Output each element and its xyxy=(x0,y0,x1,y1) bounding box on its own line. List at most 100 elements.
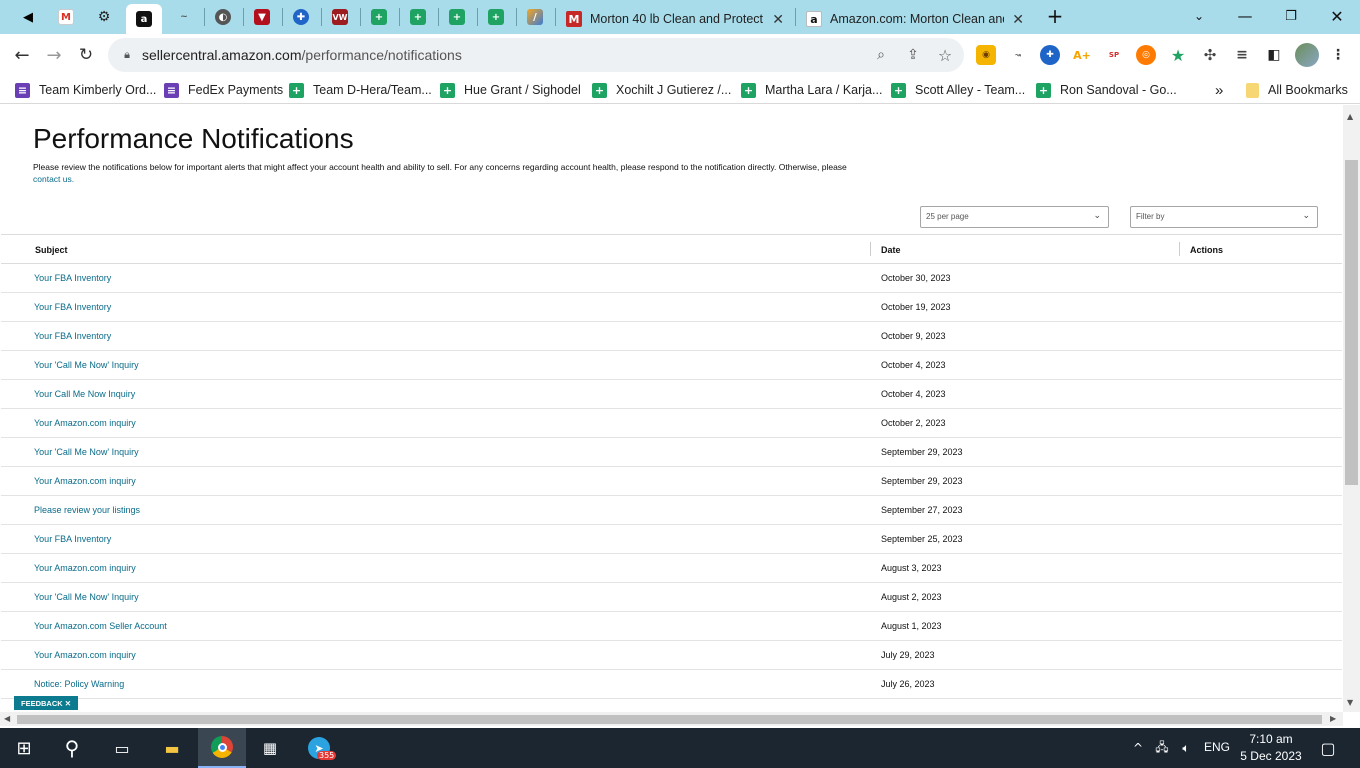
more-bookmarks-button[interactable]: » xyxy=(1215,80,1223,100)
telegram-icon[interactable]: ➤ 355 xyxy=(305,734,337,762)
bookmark-item[interactable]: + Ron Sandoval - Go... xyxy=(1036,80,1177,100)
calculator-icon[interactable]: ▦ xyxy=(256,734,284,762)
bookmark-item[interactable]: ≡ FedEx Payments xyxy=(164,80,283,100)
pinned-tab-sheets-1[interactable]: + xyxy=(361,4,397,30)
table-row[interactable]: Your 'Call Me Now' Inquiry October 4, 202… xyxy=(1,351,1342,380)
menu-kebab-icon[interactable]: ⋮ xyxy=(1328,45,1348,65)
bookmark-item[interactable]: ≡ Team Kimberly Ord... xyxy=(15,80,156,100)
file-explorer-icon[interactable]: ▬ xyxy=(158,734,186,762)
notification-subject-link[interactable]: Your FBA Inventory xyxy=(34,273,111,283)
bookmark-item[interactable]: + Hue Grant / Sighodel xyxy=(440,80,581,100)
volume-icon[interactable]: 🔈︎ xyxy=(1172,734,1200,762)
pinned-tab-pen[interactable]: / xyxy=(517,4,553,30)
share-icon[interactable]: ⇪ xyxy=(904,46,922,64)
clock[interactable]: 7:10 am 5 Dec 2023 xyxy=(1240,731,1302,765)
new-tab-button[interactable]: + xyxy=(1038,4,1072,28)
notification-subject-link[interactable]: Notice: Policy Warning xyxy=(34,679,124,689)
pinned-tab-vw[interactable]: VW xyxy=(322,4,358,30)
contact-us-link[interactable]: contact us. xyxy=(33,174,74,184)
pinned-tab-misc[interactable]: ~ xyxy=(166,4,202,30)
back-arrow-icon[interactable]: ← xyxy=(8,42,36,68)
bookmark-item[interactable]: + Xochilt J Gutierez /... xyxy=(592,80,731,100)
table-row[interactable]: Your 'Call Me Now' Inquiry September 29, … xyxy=(1,438,1342,467)
minimize-button[interactable]: — xyxy=(1228,5,1262,27)
table-row[interactable]: Your Amazon.com inquiry September 29, 202… xyxy=(1,467,1342,496)
bookmark-star-icon[interactable]: ☆ xyxy=(936,46,954,65)
table-row[interactable]: Your Amazon.com inquiry July 29, 2023 xyxy=(1,641,1342,670)
tab-amazon[interactable]: a Amazon.com: Morton Clean and ✕ xyxy=(796,4,1034,34)
pinned-tab-sheets-4[interactable]: + xyxy=(478,4,514,30)
tab-morton[interactable]: M Morton 40 lb Clean and Protect ✕ xyxy=(556,4,794,34)
notification-subject-link[interactable]: Your FBA Inventory xyxy=(34,331,111,341)
notification-subject-link[interactable]: Your 'Call Me Now' Inquiry xyxy=(34,592,139,602)
pinned-tab-mute[interactable]: ◀ xyxy=(10,4,46,30)
horizontal-scroll-thumb[interactable] xyxy=(17,715,1322,724)
notification-subject-link[interactable]: Your Amazon.com inquiry xyxy=(34,476,136,486)
media-control-icon[interactable]: ≡ xyxy=(1232,45,1252,65)
tab-search-chevron-icon[interactable]: ⌄ xyxy=(1182,5,1216,27)
language-indicator[interactable]: ENG xyxy=(1204,740,1230,754)
pinned-tab-sheets-2[interactable]: + xyxy=(400,4,436,30)
pinned-tab-globe[interactable]: ◐ xyxy=(205,4,241,30)
table-row[interactable]: Notice: Policy Warning July 26, 2023 xyxy=(1,670,1342,699)
side-panel-icon[interactable]: ◧ xyxy=(1264,45,1284,65)
notification-subject-link[interactable]: Your Amazon.com inquiry xyxy=(34,650,136,660)
notification-subject-link[interactable]: Your FBA Inventory xyxy=(34,534,111,544)
chrome-taskbar-button[interactable] xyxy=(198,728,246,768)
column-header-date[interactable]: Date xyxy=(881,245,901,255)
pinned-tab-tools[interactable]: ✚ xyxy=(283,4,319,30)
star-extension-icon[interactable]: ★ xyxy=(1168,45,1188,65)
pinned-tab-amazon-active[interactable]: a xyxy=(126,4,162,34)
notification-subject-link[interactable]: Your 'Call Me Now' Inquiry xyxy=(34,360,139,370)
close-tab-icon[interactable]: ✕ xyxy=(1012,11,1024,28)
table-row[interactable]: Your FBA Inventory October 9, 2023 xyxy=(1,322,1342,351)
table-row[interactable]: Your Amazon.com inquiry October 2, 2023 xyxy=(1,409,1342,438)
column-header-subject[interactable]: Subject xyxy=(35,245,68,255)
notifications-icon[interactable]: ▢ xyxy=(1314,734,1342,762)
sp-alert-extension-icon[interactable]: SP xyxy=(1104,45,1124,65)
scroll-up-arrow-icon[interactable]: ▲ xyxy=(1347,112,1353,121)
table-row[interactable]: Please review your listings September 27,… xyxy=(1,496,1342,525)
tools-extension-icon[interactable]: ✚ xyxy=(1040,45,1060,65)
pinned-tab-chatgpt[interactable]: ⚙ xyxy=(86,4,122,30)
notification-subject-link[interactable]: Your Amazon.com inquiry xyxy=(34,563,136,573)
bookmark-item[interactable]: + Martha Lara / Karja... xyxy=(741,80,882,100)
restore-button[interactable]: ❐ xyxy=(1274,5,1308,27)
bookmark-item[interactable]: + Scott Alley - Team... xyxy=(891,80,1025,100)
keepa-extension-icon[interactable]: ◎ xyxy=(1136,45,1156,65)
lock-icon[interactable]: 🔒︎ xyxy=(118,46,136,64)
filter-select[interactable]: Filter by ⌄ xyxy=(1130,206,1318,228)
pinned-tab-triangle[interactable]: ▼ xyxy=(244,4,280,30)
pinned-tab-sheets-3[interactable]: + xyxy=(439,4,475,30)
table-row[interactable]: Your 'Call Me Now' Inquiry August 2, 2023 xyxy=(1,583,1342,612)
notification-subject-link[interactable]: Your FBA Inventory xyxy=(34,302,111,312)
search-icon[interactable]: ⚲ xyxy=(58,734,86,762)
desktop-app-icon[interactable]: ▭ xyxy=(108,734,136,762)
table-row[interactable]: Your FBA Inventory October 30, 2023 xyxy=(1,264,1342,293)
table-row[interactable]: Your Amazon.com inquiry August 3, 2023 xyxy=(1,554,1342,583)
table-row[interactable]: Your FBA Inventory October 19, 2023 xyxy=(1,293,1342,322)
zoom-icon[interactable]: ⌕ xyxy=(872,46,890,64)
notification-subject-link[interactable]: Your Amazon.com Seller Account xyxy=(34,621,167,631)
scroll-right-arrow-icon[interactable]: ▶ xyxy=(1330,714,1336,723)
bookmark-item[interactable]: + Team D-Hera/Team... xyxy=(289,80,432,100)
forward-arrow-icon[interactable]: → xyxy=(40,42,68,68)
per-page-select[interactable]: 25 per page ⌄ xyxy=(920,206,1109,228)
table-row[interactable]: Your Amazon.com Seller Account August 1, … xyxy=(1,612,1342,641)
notification-subject-link[interactable]: Please review your listings xyxy=(34,505,140,515)
notification-subject-link[interactable]: Your 'Call Me Now' Inquiry xyxy=(34,447,139,457)
feedback-button[interactable]: FEEDBACK ✕ xyxy=(14,696,79,710)
windows-start-icon[interactable]: ⊞ xyxy=(10,734,38,762)
notification-subject-link[interactable]: Your Call Me Now Inquiry xyxy=(34,389,135,399)
reload-icon[interactable]: ↻ xyxy=(72,42,100,68)
profile-avatar[interactable] xyxy=(1295,43,1319,67)
vertical-scroll-thumb[interactable] xyxy=(1345,160,1358,485)
close-window-button[interactable]: ✕ xyxy=(1320,5,1354,27)
close-tab-icon[interactable]: ✕ xyxy=(772,11,784,28)
logo-extension-icon[interactable]: ↝ xyxy=(1008,45,1028,65)
scroll-down-arrow-icon[interactable]: ▼ xyxy=(1347,698,1353,707)
puzzle-extensions-icon[interactable]: ✣ xyxy=(1200,45,1220,65)
pinned-tab-gmail[interactable]: M xyxy=(48,4,84,30)
address-bar[interactable]: 🔒︎ sellercentral.amazon.com/performance/… xyxy=(108,38,964,72)
scout-extension-icon[interactable]: A+ xyxy=(1072,45,1092,65)
